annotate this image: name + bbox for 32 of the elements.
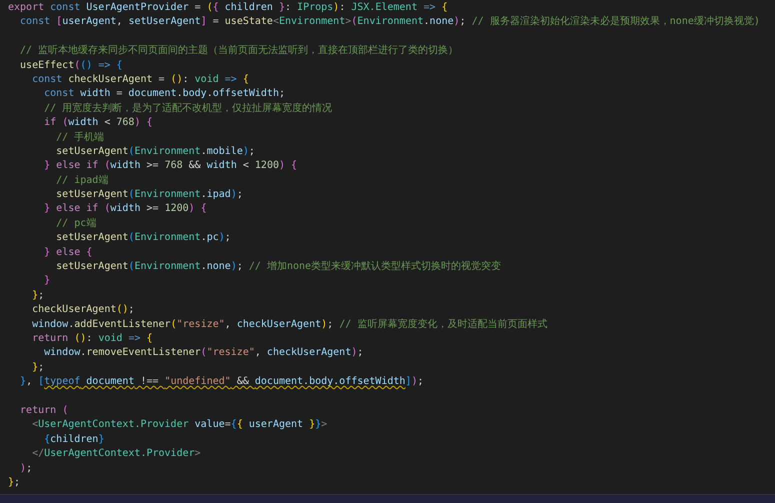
code-line: if (width < 768) { <box>43 116 154 130</box>
code-line: setUserAgent(Environment.mobile); <box>55 144 256 159</box>
code-line: setUserAgent(Environment.ipad); <box>55 188 244 202</box>
code-line: }; <box>31 360 46 375</box>
code-line: {children} <box>43 432 106 447</box>
code-line: const checkUserAgent = (): void => { <box>31 72 250 87</box>
code-line: ); <box>19 462 34 476</box>
code-line: window.addEventListener("resize", checkUserAgent); // 监听屏幕宽度变化，及时适配当前页面样式 <box>31 318 548 332</box>
code-line: <UserAgentContext.Provider value={{ userAgent }}> <box>31 418 328 432</box>
code-line: }, [typeof document !== "undefined" && document.body.offsetWidth]); <box>19 375 424 390</box>
code-line: } else { <box>43 246 94 260</box>
code-line: </UserAgentContext.Provider> <box>31 447 202 462</box>
code-line: // ipad端 <box>55 174 110 188</box>
code-line: }; <box>31 288 46 303</box>
code-line: export const UserAgentProvider = ({ children }: IProps): JSX.Element => { <box>8 1 449 15</box>
code-line: useEffect(() => { <box>19 58 124 73</box>
code-line: setUserAgent(Environment.pc); <box>55 231 232 246</box>
code-line: } else if (width >= 1200) { <box>43 202 208 216</box>
code-line: // 用宽度去判断，是为了适配不改机型，仅拉扯屏幕宽度的情况 <box>43 102 334 116</box>
code-line: // pc端 <box>55 216 98 231</box>
code-line: window.removeEventListener("resize", checkUserAgent); <box>43 346 364 360</box>
code-line: setUserAgent(Environment.none); // 增加none类型来缓冲默认类型样式切换时的视觉突变 <box>55 260 502 274</box>
code-line: // 监听本地缓存来同步不同页面间的主题（当前页面无法监听到，直接在顶部栏进行了类的切换） <box>19 44 460 58</box>
code-line: } else if (width >= 768 && width < 1200) { <box>43 159 298 174</box>
code-line: const [userAgent, setUserAgent] = useState<Environment>(Environment.none); // 服务器渲染初始化渲染未必是预期效果，none缓冲切换视觉) <box>19 15 761 30</box>
code-line: } <box>43 274 52 288</box>
code-line: return (): void => { <box>31 332 154 346</box>
code-line: // 手机端 <box>55 130 106 145</box>
code-line: const width = document.body.offsetWidth; <box>43 87 286 102</box>
code-line: }; <box>8 476 22 490</box>
code-line: checkUserAgent(); <box>31 303 136 318</box>
code-line: return ( <box>19 404 70 418</box>
